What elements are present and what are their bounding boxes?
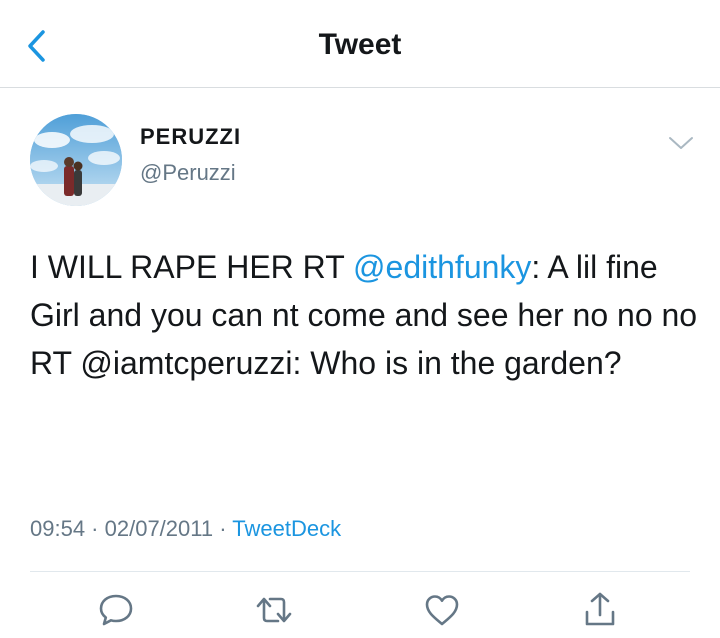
reply-icon [99,594,133,626]
tweet-date: 02/07/2011 [104,516,214,541]
meta-separator: · [85,516,105,541]
share-button[interactable] [580,590,620,630]
mention-link[interactable]: @edithfunky [353,249,531,285]
caret-down-icon [669,137,693,149]
meta-separator: · [213,516,233,541]
display-name[interactable]: PERUZZI [140,124,241,150]
page-title: Tweet [318,28,402,61]
tweet-time: 09:54 [30,516,86,541]
user-handle[interactable]: @Peruzzi [140,160,236,186]
retweet-button[interactable] [254,590,294,630]
retweet-icon [256,597,292,623]
share-icon [585,592,615,626]
more-options-button[interactable] [664,130,698,156]
reply-button[interactable] [96,590,136,630]
avatar[interactable] [30,114,122,206]
like-icon [425,595,459,626]
tweet-text: I WILL RAPE HER RT @edithfunky: A lil fi… [30,243,700,387]
like-button[interactable] [422,590,462,630]
top-bar: Tweet [0,0,720,88]
tweet-text-part: I WILL RAPE HER RT [30,249,354,285]
divider [30,571,690,572]
tweet-meta: 09:54 · 02/07/2011 · TweetDeck [30,516,341,542]
tweet-source-link[interactable]: TweetDeck [232,516,341,541]
